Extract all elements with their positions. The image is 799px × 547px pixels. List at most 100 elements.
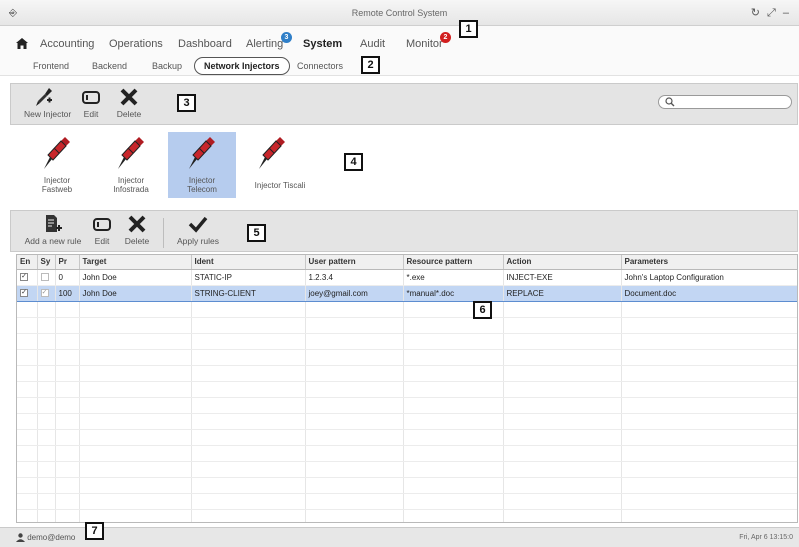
delete-icon xyxy=(128,215,146,233)
user-pattern-cell: joey@gmail.com xyxy=(305,284,404,302)
empty-row xyxy=(17,445,797,462)
col-parameters[interactable]: Parameters xyxy=(621,255,797,270)
resource-pattern-cell: *manual*.doc xyxy=(403,284,504,302)
search-input[interactable] xyxy=(658,95,792,109)
edit-rule-button[interactable]: Edit xyxy=(88,214,116,246)
table-row-selected[interactable]: ✓ ✓ 100 John Doe STRING-CLIENT joey@gmai… xyxy=(17,284,797,302)
search-icon xyxy=(665,97,675,107)
nav-monitor[interactable]: Monitor xyxy=(406,38,443,50)
edit-icon xyxy=(93,218,111,231)
home-icon[interactable] xyxy=(16,38,28,51)
edit-icon xyxy=(82,91,100,104)
window-title: Remote Control System xyxy=(351,8,448,18)
injector-name-line2: Infostrada xyxy=(113,185,149,194)
ident-cell: STRING-CLIENT xyxy=(191,284,306,302)
empty-row xyxy=(17,477,797,494)
current-user: demo@demo xyxy=(16,533,76,543)
table-row[interactable]: ✓ 0 John Doe STATIC-IP 1.2.3.4 *.exe INJ… xyxy=(17,269,797,286)
injector-name-line1: Injector xyxy=(188,176,216,185)
injector-name-line2: Telecom xyxy=(187,185,217,194)
window-controls[interactable]: ↻ ⤢ – xyxy=(751,6,791,20)
apply-rules-button[interactable]: Apply rules xyxy=(174,214,222,246)
nav-dashboard[interactable]: Dashboard xyxy=(178,38,232,50)
apply-rules-label: Apply rules xyxy=(176,236,220,246)
col-ident[interactable]: Ident xyxy=(191,255,306,270)
rules-table: En Sy Pr Target Ident User pattern Resou… xyxy=(16,254,798,523)
subnav-backend[interactable]: Backend xyxy=(92,61,127,71)
subnav-frontend[interactable]: Frontend xyxy=(33,61,69,71)
col-pr[interactable]: Pr xyxy=(55,255,80,270)
col-action[interactable]: Action xyxy=(503,255,622,270)
injector-icon xyxy=(259,137,285,169)
resource-pattern-cell: *.exe xyxy=(403,269,504,286)
col-sy[interactable]: Sy xyxy=(37,255,56,270)
callout-4: 4 xyxy=(344,153,363,171)
parameters-cell: Document.doc xyxy=(621,284,797,302)
monitor-badge: 2 xyxy=(440,32,451,43)
col-user-pattern[interactable]: User pattern xyxy=(305,255,404,270)
parameters-cell: John's Laptop Configuration xyxy=(621,269,797,286)
nav-audit[interactable]: Audit xyxy=(360,38,385,50)
priority-cell: 0 xyxy=(55,269,80,286)
new-injector-button[interactable]: New Injector xyxy=(24,87,72,119)
ident-cell: STATIC-IP xyxy=(191,269,306,286)
empty-row xyxy=(17,381,797,398)
injector-item-fastweb[interactable]: Injector Fastweb xyxy=(23,132,91,198)
system-checkbox[interactable] xyxy=(40,273,49,282)
edit-rule-label: Edit xyxy=(94,236,110,246)
injector-item-infostrada[interactable]: Injector Infostrada xyxy=(97,132,165,198)
callout-5: 5 xyxy=(247,224,266,242)
toolbar-separator xyxy=(163,218,164,248)
injector-icon xyxy=(118,137,144,169)
user-name: demo@demo xyxy=(27,533,76,542)
new-injector-label: New Injector xyxy=(24,109,72,119)
user-pattern-cell: 1.2.3.4 xyxy=(305,269,404,286)
subnav-backup[interactable]: Backup xyxy=(152,61,182,71)
empty-row xyxy=(17,317,797,334)
injector-name-line1: Injector xyxy=(117,176,145,185)
empty-row xyxy=(17,509,797,522)
injector-item-telecom[interactable]: Injector Telecom xyxy=(168,132,236,198)
callout-2: 2 xyxy=(361,56,380,74)
callout-6: 6 xyxy=(473,301,492,319)
injector-name-line2: Fastweb xyxy=(41,185,73,194)
enabled-checkbox[interactable]: ✓ xyxy=(20,289,28,298)
add-rule-button[interactable]: Add a new rule xyxy=(24,214,82,246)
system-checkbox[interactable]: ✓ xyxy=(40,289,49,298)
injector-icon xyxy=(189,137,215,169)
checkmark-icon xyxy=(188,216,208,233)
subnav-network-injectors[interactable]: Network Injectors xyxy=(194,57,290,75)
empty-row xyxy=(17,333,797,350)
delete-injector-button[interactable]: Delete xyxy=(112,87,146,119)
nav-accounting[interactable]: Accounting xyxy=(40,38,94,50)
target-cell: John Doe xyxy=(79,284,192,302)
injector-icon xyxy=(44,137,70,169)
table-header-row: En Sy Pr Target Ident User pattern Resou… xyxy=(17,255,797,270)
delete-rule-button[interactable]: Delete xyxy=(120,214,154,246)
subnav-connectors[interactable]: Connectors xyxy=(297,61,343,71)
action-cell: INJECT-EXE xyxy=(503,269,622,286)
nav-operations[interactable]: Operations xyxy=(109,38,163,50)
col-en[interactable]: En xyxy=(17,255,38,270)
callout-1: 1 xyxy=(459,20,478,38)
add-rule-icon xyxy=(46,215,62,232)
enabled-checkbox[interactable]: ✓ xyxy=(20,273,28,282)
user-icon xyxy=(16,533,25,543)
col-target[interactable]: Target xyxy=(79,255,192,270)
empty-row xyxy=(17,493,797,510)
nav-alerting[interactable]: Alerting xyxy=(246,38,283,50)
status-bar: demo@demo Fri, Apr 6 13:15:0 xyxy=(0,527,799,547)
col-resource-pattern[interactable]: Resource pattern xyxy=(403,255,504,270)
add-rule-label: Add a new rule xyxy=(24,236,82,246)
injector-item-tiscali[interactable]: Injector Tiscali xyxy=(242,132,318,198)
injector-name-line1: Injector Tiscali xyxy=(254,181,306,190)
priority-cell: 100 xyxy=(55,284,80,302)
edit-injector-button[interactable]: Edit xyxy=(76,87,106,119)
action-cell: REPLACE xyxy=(503,284,622,302)
nav-system[interactable]: System xyxy=(303,38,342,50)
empty-row xyxy=(17,413,797,430)
callout-7: 7 xyxy=(85,522,104,540)
status-time: Fri, Apr 6 13:15:0 xyxy=(739,534,793,541)
alerting-badge: 3 xyxy=(281,32,292,43)
injector-name-line1: Injector xyxy=(43,176,71,185)
